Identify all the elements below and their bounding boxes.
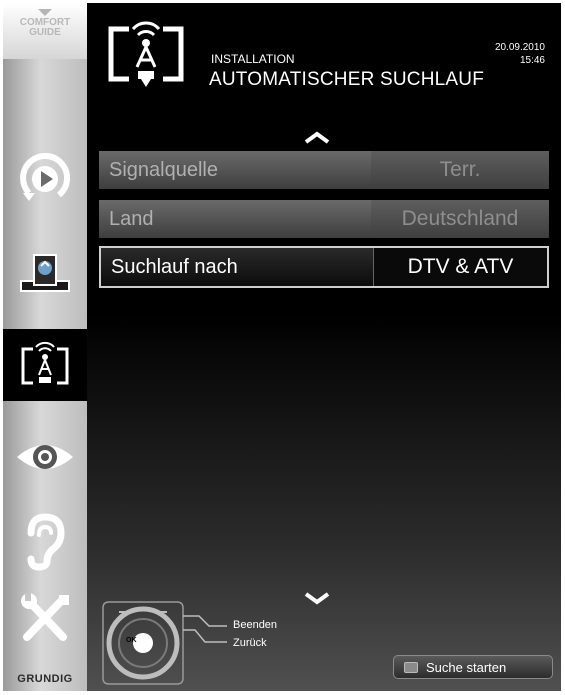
sidebar-item-tools[interactable]	[3, 583, 87, 655]
menu-label: Signalquelle	[99, 151, 371, 189]
section-label: INSTALLATION	[211, 52, 295, 66]
header-line-2: GUIDE	[29, 27, 61, 38]
scroll-down-icon[interactable]	[302, 591, 332, 605]
start-search-label: Suche starten	[426, 659, 507, 675]
hint-exit: Beenden	[233, 619, 278, 631]
tv-menu-screen: COMFORT GUIDE GRUNDIG INSTALLATION AUTOM…	[3, 3, 561, 691]
installation-antenna-icon	[108, 21, 184, 87]
comfort-guide-header[interactable]: COMFORT GUIDE	[3, 3, 87, 59]
menu-value[interactable]: DTV & ATV	[373, 248, 547, 286]
menu-label: Land	[99, 200, 371, 238]
tools-settings-icon	[21, 593, 69, 641]
datetime: 20.09.2010 15:46	[495, 41, 545, 67]
sound-ear-icon	[27, 513, 65, 571]
scroll-up-icon[interactable]	[302, 131, 332, 145]
picture-eye-icon	[17, 445, 73, 469]
hint-back: Zurück	[233, 637, 267, 649]
comfort-guide-sidebar: COMFORT GUIDE GRUNDIG	[3, 3, 87, 691]
sidebar-item-source[interactable]	[3, 143, 87, 215]
menu-row-land[interactable]: Land Deutschland	[99, 200, 549, 238]
sidebar-item-media[interactable]	[3, 235, 87, 307]
installation-antenna-icon	[21, 341, 69, 385]
caret-down-icon	[38, 9, 52, 16]
time-text: 15:46	[519, 55, 545, 66]
source-play-icon	[20, 152, 71, 201]
main-panel: INSTALLATION AUTOMATISCHER SUCHLAUF 20.0…	[87, 3, 561, 691]
ok-key-label: OK	[126, 637, 137, 644]
sidebar-item-installation[interactable]	[3, 329, 87, 401]
date-text: 20.09.2010	[494, 42, 545, 53]
menu-row-signalquelle[interactable]: Signalquelle Terr.	[99, 151, 549, 189]
page-title: AUTOMATISCHER SUCHLAUF	[209, 69, 485, 90]
sidebar-item-picture[interactable]	[3, 421, 87, 493]
menu-row-suchlauf-nach[interactable]: Suchlauf nach DTV & ATV	[99, 246, 549, 288]
start-search-button[interactable]: Suche starten	[393, 655, 553, 679]
menu-value[interactable]: Deutschland	[371, 200, 549, 238]
menu-value[interactable]: Terr.	[371, 151, 549, 189]
menu-label: Suchlauf nach	[101, 248, 373, 286]
remote-nav-wheel-icon	[102, 601, 227, 685]
green-key-icon	[404, 661, 418, 673]
media-icon	[20, 254, 70, 292]
brand-logo: GRUNDIG	[17, 673, 73, 685]
sidebar-item-sound[interactable]	[3, 505, 87, 577]
